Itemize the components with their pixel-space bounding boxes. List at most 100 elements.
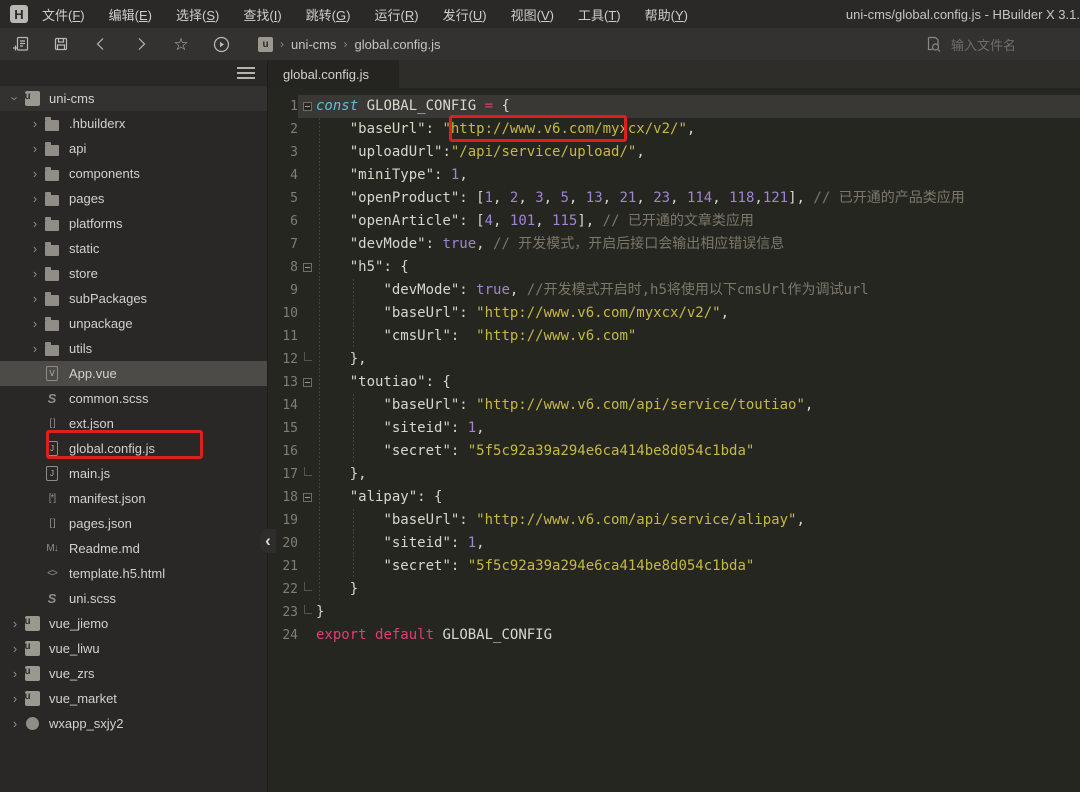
menu-help[interactable]: 帮助(Y)	[645, 5, 688, 24]
code-text: }	[316, 601, 1080, 624]
tree-item-.hbuilderx[interactable]: ›.hbuilderx	[0, 111, 267, 136]
chevron-right-icon[interactable]: ›	[6, 666, 24, 681]
code-area[interactable]: 1const GLOBAL_CONFIG = {2 "baseUrl": "ht…	[268, 88, 1080, 792]
chevron-right-icon[interactable]: ›	[26, 266, 44, 281]
code-line[interactable]: 5 "openProduct": [1, 2, 3, 5, 13, 21, 23…	[268, 187, 1080, 210]
tree-item-Readme.md[interactable]: M↓Readme.md	[0, 536, 267, 561]
file-search-box[interactable]: 输入文件名	[925, 35, 1016, 54]
menu-find[interactable]: 查找(I)	[243, 5, 281, 24]
hamburger-menu-icon[interactable]	[237, 67, 255, 79]
code-line[interactable]: 21 "secret": "5f5c92a39a294e6ca414be8d05…	[268, 555, 1080, 578]
chevron-right-icon[interactable]: ›	[26, 141, 44, 156]
menu-tools[interactable]: 工具(T)	[578, 5, 621, 24]
code-line[interactable]: 1const GLOBAL_CONFIG = {	[268, 95, 1080, 118]
tree-item-global.config.js[interactable]: Jglobal.config.js	[0, 436, 267, 461]
fold-spacer	[298, 210, 316, 233]
tree-item-pages.json[interactable]: [ ]pages.json	[0, 511, 267, 536]
menu-edit[interactable]: 编辑(E)	[109, 5, 152, 24]
code-line[interactable]: 3 "uploadUrl":"/api/service/upload/",	[268, 141, 1080, 164]
menu-publish[interactable]: 发行(U)	[443, 5, 487, 24]
chevron-right-icon[interactable]: ›	[26, 316, 44, 331]
code-line[interactable]: 18 "alipay": {	[268, 486, 1080, 509]
code-line[interactable]: 22 }	[268, 578, 1080, 601]
code-line[interactable]: 19 "baseUrl": "http://www.v6.com/api/ser…	[268, 509, 1080, 532]
tree-item-wxapp_sxjy2[interactable]: ›wxapp_sxjy2	[0, 711, 267, 736]
fold-collapse-icon[interactable]	[298, 371, 316, 394]
menu-view[interactable]: 视图(V)	[511, 5, 554, 24]
chevron-right-icon[interactable]: ›	[6, 691, 24, 706]
code-line[interactable]: 9 "devMode": true, //开发模式开启时,h5将使用以下cmsU…	[268, 279, 1080, 302]
tree-item-main.js[interactable]: Jmain.js	[0, 461, 267, 486]
tree-item-vue_zrs[interactable]: ›uvue_zrs	[0, 661, 267, 686]
breadcrumb-item-file[interactable]: global.config.js	[355, 37, 441, 52]
tree-item-App.vue[interactable]: VApp.vue	[0, 361, 267, 386]
code-text: "openArticle": [4, 101, 115], // 已开通的文章类…	[316, 210, 1080, 233]
code-line[interactable]: 16 "secret": "5f5c92a39a294e6ca414be8d05…	[268, 440, 1080, 463]
tree-item-subPackages[interactable]: ›subPackages	[0, 286, 267, 311]
line-number: 9	[268, 279, 298, 302]
tree-item-template.h5.html[interactable]: <>template.h5.html	[0, 561, 267, 586]
menu-select[interactable]: 选择(S)	[176, 5, 219, 24]
menu-file[interactable]: 文件(F)	[42, 5, 85, 24]
code-line[interactable]: 13 "toutiao": {	[268, 371, 1080, 394]
fold-collapse-icon[interactable]	[298, 95, 316, 118]
code-line[interactable]: 14 "baseUrl": "http://www.v6.com/api/ser…	[268, 394, 1080, 417]
favorite-button[interactable]: ☆	[166, 30, 196, 58]
code-line[interactable]: 24export default GLOBAL_CONFIG	[268, 624, 1080, 647]
code-line[interactable]: 12 },	[268, 348, 1080, 371]
save-button[interactable]	[46, 30, 76, 58]
breadcrumb-item-project[interactable]: uni-cms	[291, 37, 337, 52]
chevron-right-icon[interactable]: ›	[26, 241, 44, 256]
tree-item-vue_jiemo[interactable]: ›uvue_jiemo	[0, 611, 267, 636]
code-line[interactable]: 6 "openArticle": [4, 101, 115], // 已开通的文…	[268, 210, 1080, 233]
code-line[interactable]: 7 "devMode": true, // 开发模式，开启后接口会输出相应错误信…	[268, 233, 1080, 256]
tree-item-common.scss[interactable]: Scommon.scss	[0, 386, 267, 411]
chevron-down-icon[interactable]: ›	[8, 90, 23, 108]
folder-icon	[44, 167, 60, 181]
tree-item-uni-cms[interactable]: ›uuni-cms	[0, 86, 267, 111]
tree-item-pages[interactable]: ›pages	[0, 186, 267, 211]
tree-item-utils[interactable]: ›utils	[0, 336, 267, 361]
chevron-right-icon[interactable]: ›	[26, 116, 44, 131]
chevron-right-icon[interactable]: ›	[6, 716, 24, 731]
tab-global-config-js[interactable]: global.config.js	[268, 60, 399, 88]
chevron-right-icon[interactable]: ›	[6, 641, 24, 656]
code-line[interactable]: 23}	[268, 601, 1080, 624]
tree-item-manifest.json[interactable]: [*]manifest.json	[0, 486, 267, 511]
tree-item-vue_liwu[interactable]: ›uvue_liwu	[0, 636, 267, 661]
code-line[interactable]: 10 "baseUrl": "http://www.v6.com/myxcx/v…	[268, 302, 1080, 325]
chevron-right-icon[interactable]: ›	[26, 216, 44, 231]
chevron-right-icon[interactable]: ›	[26, 191, 44, 206]
fold-collapse-icon[interactable]	[298, 486, 316, 509]
line-number: 14	[268, 394, 298, 417]
code-line[interactable]: 11 "cmsUrl": "http://www.v6.com"	[268, 325, 1080, 348]
tree-item-ext.json[interactable]: [ ]ext.json	[0, 411, 267, 436]
code-line[interactable]: 15 "siteid": 1,	[268, 417, 1080, 440]
chevron-right-icon[interactable]: ›	[6, 616, 24, 631]
sidebar-collapse-button[interactable]: ‹	[260, 529, 276, 553]
tree-item-store[interactable]: ›store	[0, 261, 267, 286]
tree-item-uni.scss[interactable]: Suni.scss	[0, 586, 267, 611]
tree-item-api[interactable]: ›api	[0, 136, 267, 161]
tree-item-components[interactable]: ›components	[0, 161, 267, 186]
menu-goto[interactable]: 跳转(G)	[306, 5, 351, 24]
code-line[interactable]: 2 "baseUrl": "http://www.v6.com/myxcx/v2…	[268, 118, 1080, 141]
run-button[interactable]	[206, 30, 236, 58]
back-button[interactable]	[86, 30, 116, 58]
chevron-right-icon[interactable]: ›	[26, 341, 44, 356]
new-file-button[interactable]	[6, 30, 36, 58]
menu-run[interactable]: 运行(R)	[374, 5, 418, 24]
code-line[interactable]: 8 "h5": {	[268, 256, 1080, 279]
tree-item-unpackage[interactable]: ›unpackage	[0, 311, 267, 336]
forward-button[interactable]	[126, 30, 156, 58]
chevron-right-icon[interactable]: ›	[26, 166, 44, 181]
code-text: const GLOBAL_CONFIG = {	[316, 95, 1080, 118]
code-line[interactable]: 20 "siteid": 1,	[268, 532, 1080, 555]
chevron-right-icon[interactable]: ›	[26, 291, 44, 306]
tree-item-platforms[interactable]: ›platforms	[0, 211, 267, 236]
tree-item-static[interactable]: ›static	[0, 236, 267, 261]
fold-collapse-icon[interactable]	[298, 256, 316, 279]
tree-item-vue_market[interactable]: ›uvue_market	[0, 686, 267, 711]
code-line[interactable]: 4 "miniType": 1,	[268, 164, 1080, 187]
code-line[interactable]: 17 },	[268, 463, 1080, 486]
